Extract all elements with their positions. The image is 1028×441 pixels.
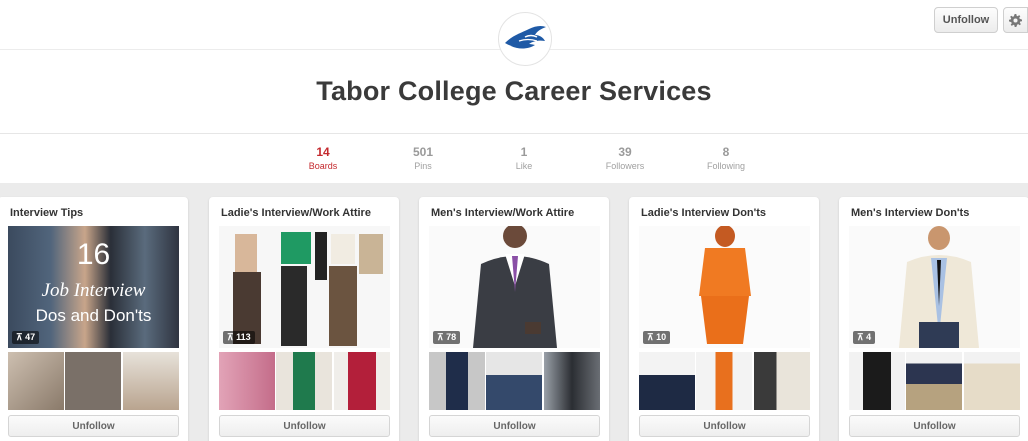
stat-label: Pins (414, 161, 432, 171)
pin-icon: ⊼ (647, 332, 657, 342)
board-thumbnail[interactable] (639, 352, 695, 410)
stat-value: 8 (722, 145, 730, 159)
board-thumbnails (849, 352, 1020, 410)
board-thumbnail[interactable] (964, 352, 1020, 410)
unfollow-board-button[interactable]: Unfollow (219, 415, 390, 437)
board-title[interactable]: Interview Tips (10, 207, 83, 219)
cover-text-line2: Dos and Don'ts (35, 306, 152, 325)
board-cover-image[interactable]: ⊼ 4 (849, 226, 1020, 348)
pin-count: 47 (25, 332, 36, 342)
unfollow-board-button[interactable]: Unfollow (8, 415, 179, 437)
board-cover-image[interactable]: 16 Job Interview Dos and Don'ts ⊼ 47 (8, 226, 179, 348)
stat-label: Boards (308, 161, 338, 171)
cover-text-line1: Job Interview (41, 280, 146, 301)
pin-count: 10 (656, 332, 667, 342)
pin-icon: ⊼ (857, 332, 867, 342)
stat-following[interactable]: 8 Following (686, 145, 766, 173)
suit-photo (473, 226, 557, 348)
board-thumbnail[interactable] (334, 352, 390, 410)
unfollow-board-button[interactable]: Unfollow (849, 415, 1020, 437)
board-thumbnail[interactable] (276, 352, 332, 410)
board-thumbnails (639, 352, 810, 410)
board-thumbnail[interactable] (8, 352, 64, 410)
outfit-collage (233, 232, 383, 346)
board-title[interactable]: Men's Interview Don'ts (851, 207, 969, 219)
pin-count: 78 (446, 332, 457, 342)
gear-icon (1009, 13, 1022, 27)
unfollow-board-button[interactable]: Unfollow (639, 415, 810, 437)
stat-likes[interactable]: 1 Like (484, 145, 564, 173)
board-thumbnails (429, 352, 600, 410)
stat-value: 1 (520, 145, 528, 159)
board-card[interactable]: Ladie's Interview/Work Attire ⊼ 113 Unfo… (209, 197, 399, 441)
stat-label: Following (706, 161, 746, 171)
pin-count-badge: ⊼ 78 (433, 331, 461, 344)
tabor-bluejay-logo (505, 25, 546, 49)
board-cover-image[interactable]: ⊼ 10 (639, 226, 810, 348)
stat-pins[interactable]: 501 Pins (383, 145, 463, 173)
board-card[interactable]: Men's Interview/Work Attire ⊼ 78 Unfollo… (419, 197, 609, 441)
stat-boards[interactable]: 14 Boards (283, 145, 363, 173)
profile-name: Tabor College Career Services (316, 76, 712, 106)
board-card[interactable]: Interview Tips 16 Job Interview Dos and … (0, 197, 188, 441)
board-thumbnail[interactable] (65, 352, 121, 410)
pin-icon: ⊼ (16, 332, 26, 342)
board-thumbnail[interactable] (123, 352, 179, 410)
pin-count-badge: ⊼ 47 (12, 331, 40, 344)
board-title[interactable]: Ladie's Interview/Work Attire (221, 207, 371, 219)
stat-followers[interactable]: 39 Followers (585, 145, 665, 173)
board-thumbnail[interactable] (486, 352, 542, 410)
board-title[interactable]: Men's Interview/Work Attire (431, 207, 574, 219)
pin-count-badge: ⊼ 113 (223, 331, 255, 344)
pin-count-badge: ⊼ 4 (853, 331, 876, 344)
orange-suit-photo (699, 226, 751, 344)
board-cover-image[interactable]: ⊼ 78 (429, 226, 600, 348)
pin-icon: ⊼ (437, 332, 447, 342)
pin-count: 4 (866, 332, 872, 342)
board-thumbnails (8, 352, 179, 410)
cover-text-number: 16 (76, 238, 111, 271)
board-thumbnail[interactable] (754, 352, 810, 410)
board-cover-image[interactable]: ⊼ 113 (219, 226, 390, 348)
board-title[interactable]: Ladie's Interview Don'ts (641, 207, 766, 219)
board-thumbnail[interactable] (429, 352, 485, 410)
board-thumbnail[interactable] (906, 352, 962, 410)
stat-value: 14 (316, 145, 330, 159)
pin-count: 113 (236, 332, 251, 342)
board-thumbnail[interactable] (849, 352, 905, 410)
stat-label: Like (515, 161, 533, 171)
cream-blazer-photo (899, 226, 979, 348)
stats-divider (0, 133, 1028, 134)
board-thumbnail[interactable] (219, 352, 275, 410)
board-card[interactable]: Ladie's Interview Don'ts ⊼ 10 Unfollow (629, 197, 819, 441)
stat-value: 39 (618, 145, 632, 159)
pin-icon: ⊼ (227, 332, 237, 342)
stat-label: Followers (605, 161, 645, 171)
profile-avatar[interactable] (498, 12, 552, 66)
board-thumbnail[interactable] (696, 352, 752, 410)
pin-count-badge: ⊼ 10 (643, 331, 671, 344)
board-card[interactable]: Men's Interview Don'ts ⊼ 4 Unfollow (839, 197, 1028, 441)
board-thumbnails (219, 352, 390, 410)
unfollow-board-button[interactable]: Unfollow (429, 415, 600, 437)
settings-button[interactable] (1003, 7, 1028, 33)
unfollow-profile-button[interactable]: Unfollow (934, 7, 998, 33)
board-thumbnail[interactable] (544, 352, 600, 410)
stat-value: 501 (412, 145, 434, 159)
